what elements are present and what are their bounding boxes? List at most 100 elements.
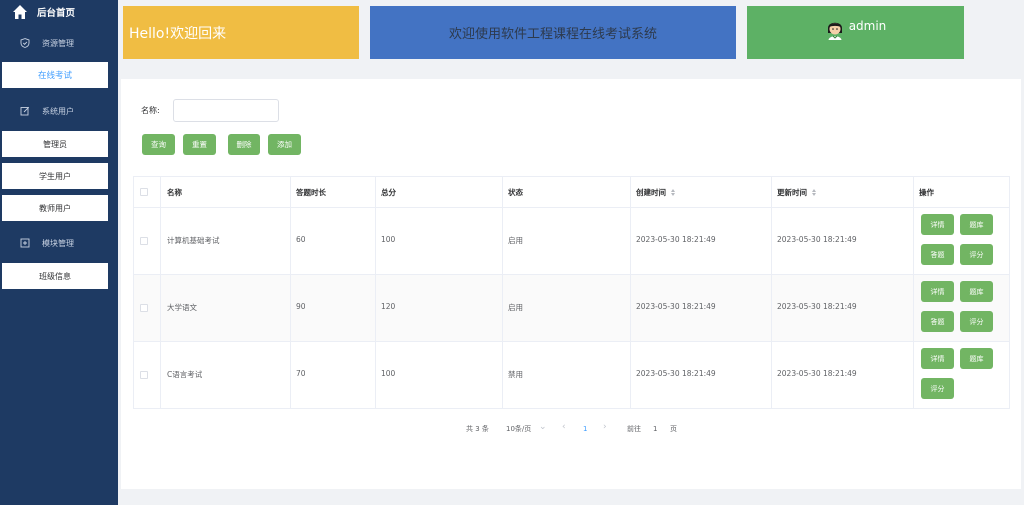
delete-button[interactable]: 删除 — [228, 134, 260, 155]
pagination-current-page[interactable]: 1 — [583, 423, 587, 435]
sidebar-group-label: 系统用户 — [42, 106, 74, 116]
row-checkbox[interactable] — [140, 237, 148, 245]
answer-button[interactable]: 答题 — [921, 311, 954, 332]
sidebar-item-classes[interactable]: 班级信息 — [2, 263, 108, 289]
prev-page-icon[interactable]: ‹ — [562, 422, 566, 432]
main-panel: 名称: 查询 重置 删除 添加 名称 答题时长 总分 状态 创建时间 更新时间 … — [121, 79, 1021, 489]
grade-button[interactable]: 评分 — [960, 311, 993, 332]
cell-status: 启用 — [508, 303, 523, 312]
cell-score: 100 — [381, 369, 396, 378]
cell-status: 启用 — [508, 236, 523, 245]
column-header-updated-label: 更新时间 — [777, 187, 807, 197]
sidebar-item-label: 班级信息 — [39, 271, 71, 281]
column-header-duration[interactable]: 答题时长 — [296, 177, 326, 207]
select-all-checkbox[interactable] — [140, 188, 148, 196]
detail-button[interactable]: 详情 — [921, 348, 954, 369]
add-button[interactable]: 添加 — [268, 134, 301, 155]
sort-icon[interactable] — [812, 188, 816, 196]
hello-banner: Hello!欢迎回来 — [123, 6, 359, 59]
cell-score: 100 — [381, 235, 396, 244]
goto-suffix: 页 — [670, 425, 677, 433]
welcome-banner: 欢迎使用软件工程课程在线考试系统 — [370, 6, 736, 59]
sidebar-group-modules[interactable]: 模块管理 — [0, 228, 118, 258]
sidebar-item-students[interactable]: 学生用户 — [2, 163, 108, 189]
sidebar-home-label: 后台首页 — [37, 8, 76, 19]
cell-duration: 70 — [296, 369, 306, 378]
table-row[interactable] — [134, 207, 1009, 274]
sort-icon[interactable] — [671, 188, 675, 196]
sidebar-group-resources[interactable]: 资源管理 — [0, 28, 118, 58]
cell-duration: 90 — [296, 302, 306, 311]
cell-status: 禁用 — [508, 370, 523, 379]
cell-created: 2023-05-30 18:21:49 — [636, 369, 716, 378]
welcome-text: 欢迎使用软件工程课程在线考试系统 — [448, 27, 657, 42]
sidebar-group-system-users[interactable]: 系统用户 — [0, 96, 118, 126]
grade-button[interactable]: 评分 — [960, 244, 993, 265]
cell-updated: 2023-05-30 18:21:49 — [777, 369, 857, 378]
column-header-updated[interactable]: 更新时间 — [777, 177, 816, 207]
cell-name: 计算机基础考试 — [167, 236, 220, 245]
question-bank-button[interactable]: 题库 — [960, 214, 993, 235]
column-header-created[interactable]: 创建时间 — [636, 177, 675, 207]
page-size-select[interactable]: 10条/页 — [506, 423, 531, 435]
column-header-status[interactable]: 状态 — [508, 177, 523, 207]
detail-button[interactable]: 详情 — [921, 281, 954, 302]
question-bank-button[interactable]: 题库 — [960, 348, 993, 369]
cell-score: 120 — [381, 302, 396, 311]
row-checkbox[interactable] — [140, 304, 148, 312]
answer-button[interactable]: 答题 — [921, 244, 954, 265]
edit-icon — [20, 106, 30, 116]
pagination-total: 共 3 条 — [466, 425, 489, 433]
hello-text: Hello!欢迎回来 — [129, 25, 227, 42]
delete-button-label: 删除 — [236, 140, 252, 149]
add-button-label: 添加 — [277, 140, 292, 149]
table-row[interactable] — [134, 341, 1009, 408]
reset-button[interactable]: 重置 — [183, 134, 216, 155]
cell-updated: 2023-05-30 18:21:49 — [777, 302, 857, 311]
cell-updated: 2023-05-30 18:21:49 — [777, 235, 857, 244]
search-label: 名称: — [141, 106, 160, 115]
home-icon — [13, 5, 27, 19]
sidebar-item-admin[interactable]: 管理员 — [2, 131, 108, 157]
exam-table: 名称 答题时长 总分 状态 创建时间 更新时间 操作 计算机基础考试 60 10… — [133, 176, 1010, 409]
table-row[interactable] — [134, 274, 1009, 341]
grade-button[interactable]: 评分 — [921, 378, 954, 399]
sidebar-item-online-exam[interactable]: 在线考试 — [2, 62, 108, 88]
cell-created: 2023-05-30 18:21:49 — [636, 302, 716, 311]
sidebar-group-label: 模块管理 — [42, 238, 74, 248]
column-header-name[interactable]: 名称 — [167, 177, 182, 207]
sidebar-item-teachers[interactable]: 教师用户 — [2, 195, 108, 221]
cell-name: 大学语文 — [167, 303, 197, 312]
cell-name: C语言考试 — [167, 370, 203, 379]
column-divider — [290, 177, 291, 408]
sidebar-home[interactable]: 后台首页 — [0, 0, 118, 24]
column-divider — [913, 177, 914, 408]
column-divider — [630, 177, 631, 408]
question-bank-button[interactable]: 题库 — [960, 281, 993, 302]
row-checkbox[interactable] — [140, 371, 148, 379]
detail-button[interactable]: 详情 — [921, 214, 954, 235]
sidebar-item-label: 管理员 — [43, 139, 67, 149]
chevron-down-icon[interactable]: ⌄ — [539, 422, 547, 432]
column-header-score[interactable]: 总分 — [381, 177, 396, 207]
sidebar-group-label: 资源管理 — [42, 38, 74, 48]
column-divider — [375, 177, 376, 408]
column-divider — [502, 177, 503, 408]
username: admin — [848, 19, 887, 33]
search-input[interactable] — [173, 99, 279, 122]
next-page-icon[interactable]: › — [603, 422, 607, 432]
user-banner[interactable]: admin — [747, 6, 964, 59]
column-divider — [160, 177, 161, 408]
sidebar-item-label: 在线考试 — [37, 71, 72, 81]
sidebar-item-label: 学生用户 — [39, 171, 71, 181]
cell-duration: 60 — [296, 235, 306, 244]
column-divider — [771, 177, 772, 408]
goto-page-input[interactable]: 1 — [653, 423, 657, 435]
sidebar-item-label: 教师用户 — [39, 203, 71, 213]
box-icon — [20, 238, 30, 248]
goto-prefix: 前往 — [627, 425, 641, 433]
sidebar: 后台首页 资源管理 在线考试 系统用户 管理员 学生用户 教师用户 模块管理 班… — [0, 0, 118, 505]
query-button[interactable]: 查询 — [142, 134, 175, 155]
query-button-label: 查询 — [151, 140, 166, 149]
column-header-actions: 操作 — [919, 187, 934, 197]
